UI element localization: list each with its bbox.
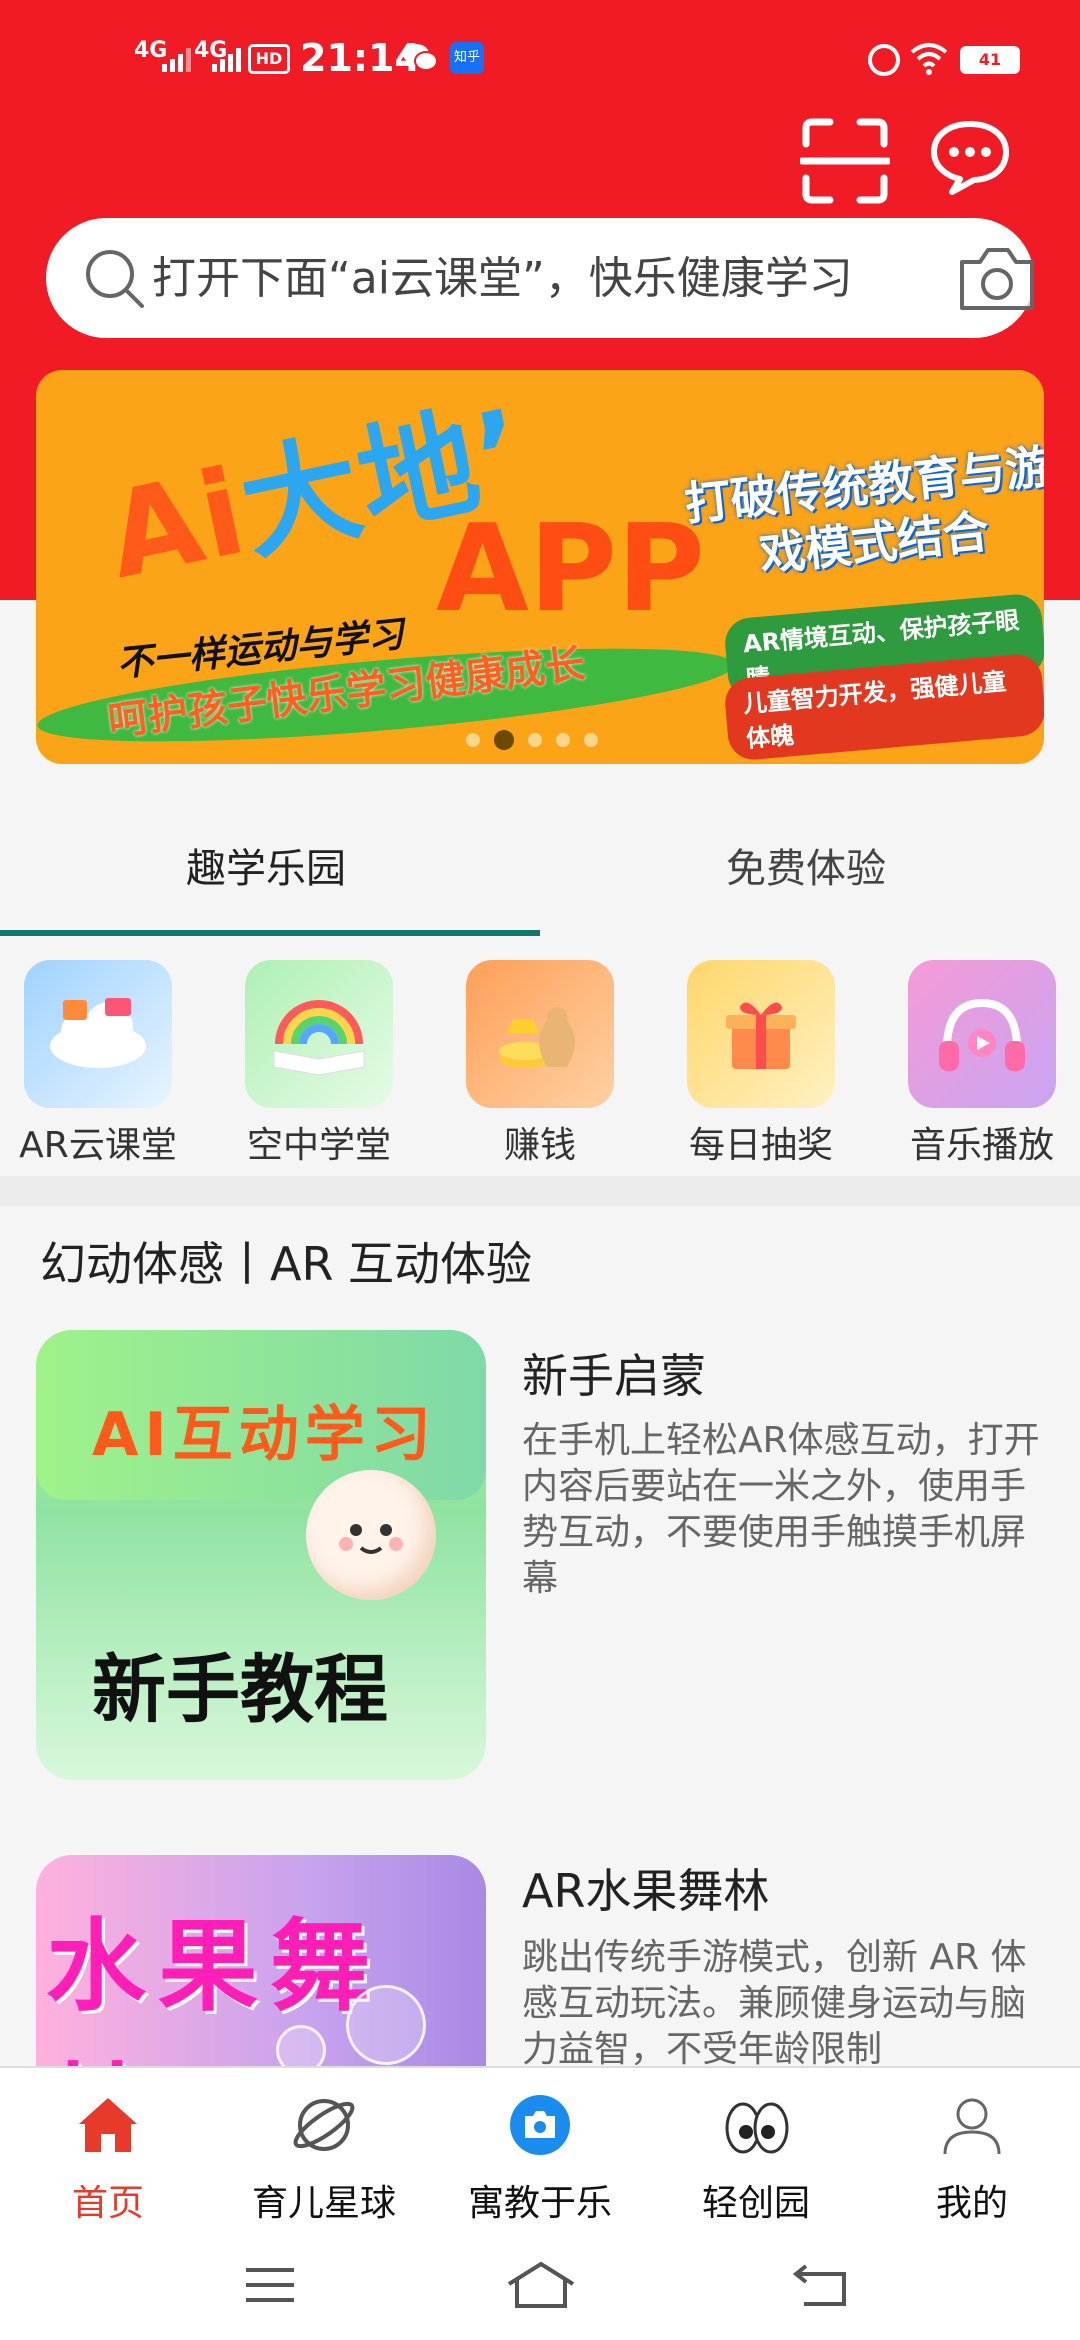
card-description: 在手机上轻松AR体感互动，打开内容后要站在一米之外，使用手势互动，不要使用手触摸… xyxy=(522,1420,1040,1599)
back-icon[interactable] xyxy=(790,2260,850,2310)
zhihu-icon: 知乎 xyxy=(450,42,484,74)
nav-home[interactable]: 首页 xyxy=(8,2068,208,2234)
grid-item-label: 赚钱 xyxy=(503,1125,576,1166)
nav-label: 寓教于乐 xyxy=(467,2183,612,2224)
headphones-icon xyxy=(908,960,1056,1108)
battery-icon: 41 xyxy=(960,46,1020,74)
camera-search-icon[interactable] xyxy=(956,242,1038,314)
tab-active-indicator xyxy=(0,930,540,936)
grid-item-label: 音乐播放 xyxy=(909,1125,1054,1166)
nav-label: 首页 xyxy=(71,2183,144,2224)
nav-light-creation[interactable]: 轻创园 xyxy=(656,2068,856,2234)
grid-item-music-player[interactable]: 音乐播放 xyxy=(892,960,1072,1168)
gift-box-icon xyxy=(687,960,835,1108)
planet-icon xyxy=(293,2099,355,2151)
cloud-icon xyxy=(24,960,172,1108)
user-icon xyxy=(943,2098,1001,2155)
carousel-dot[interactable] xyxy=(528,733,542,747)
home-icon xyxy=(79,2098,137,2152)
thumbnail-text: AI互动学习 xyxy=(92,1400,437,1470)
carousel-dot[interactable] xyxy=(466,733,480,747)
nav-label: 我的 xyxy=(935,2183,1008,2224)
grid-item-earn-money[interactable]: 赚钱 xyxy=(450,960,630,1168)
signal-bars-icon xyxy=(212,48,241,72)
scan-icon[interactable] xyxy=(800,118,890,204)
section-title: 幻动体感丨AR 互动体验 xyxy=(40,1237,533,1291)
wechat-icon xyxy=(403,44,438,71)
grid-item-sky-class[interactable]: 空中学堂 xyxy=(229,960,409,1168)
carousel-dot[interactable] xyxy=(556,733,570,747)
camera-icon xyxy=(510,2095,570,2155)
menu-icon[interactable] xyxy=(240,2260,300,2310)
mascot-icon xyxy=(306,1470,436,1600)
search-input[interactable] xyxy=(152,242,952,314)
tab-free-trial[interactable]: 免费体验 xyxy=(726,836,886,894)
search-bar[interactable] xyxy=(46,218,1034,338)
card-title: 新手启蒙 xyxy=(522,1349,706,1403)
money-bag-icon xyxy=(466,960,614,1108)
banner-app-text: APP xyxy=(436,500,705,639)
grid-item-daily-lottery[interactable]: 每日抽奖 xyxy=(671,960,851,1168)
nav-label: 轻创园 xyxy=(701,2183,810,2224)
nav-mine[interactable]: 我的 xyxy=(872,2068,1072,2234)
nav-parenting-planet[interactable]: 育儿星球 xyxy=(224,2068,424,2234)
thumbnail-title: 新手教程 xyxy=(92,1647,388,1733)
grid-item-label: 每日抽奖 xyxy=(688,1125,833,1166)
nav-label: 育儿星球 xyxy=(251,2183,396,2224)
banner-right-title: 打破传统教育与游戏模式结合 xyxy=(682,439,1044,582)
carousel-dot-active[interactable] xyxy=(494,730,514,750)
carousel-dot[interactable] xyxy=(584,733,598,747)
status-bar: 4G 4G HD 21:14 知乎 41 xyxy=(0,0,1080,120)
system-navigation-bar xyxy=(0,2232,1080,2340)
grid-item-ar-cloud-class[interactable]: AR云课堂 xyxy=(8,960,188,1168)
grid-item-label: 空中学堂 xyxy=(246,1125,391,1166)
search-icon xyxy=(86,250,144,308)
tab-bar: 趣学乐园 免费体验 xyxy=(0,788,1080,938)
tab-fun-learning[interactable]: 趣学乐园 xyxy=(186,836,346,894)
signal-bars-icon xyxy=(162,48,191,72)
home-button-icon[interactable] xyxy=(505,2260,577,2310)
card-thumbnail[interactable]: 水果舞林 xyxy=(36,1855,486,2066)
rainbow-book-icon xyxy=(245,960,393,1108)
carousel-indicator xyxy=(466,730,598,750)
nav-edutainment[interactable]: 寓教于乐 xyxy=(440,2068,640,2234)
hd-icon: HD xyxy=(248,44,290,74)
card-title: AR水果舞林 xyxy=(522,1864,770,1918)
bubble-decoration xyxy=(346,1985,426,2065)
message-icon[interactable] xyxy=(930,118,1010,196)
alarm-icon xyxy=(868,44,900,76)
promo-banner[interactable]: Ai大地’ APP 不一样运动与学习 呵护孩子快乐学习健康成长 打破传统教育与游… xyxy=(36,370,1044,764)
card-description: 跳出传统手游模式，创新 AR 体感互动玩法。兼顾健身运动与脑力益智，不受年龄限制 xyxy=(522,1937,1027,2065)
card-thumbnail[interactable]: AI互动学习 新手教程 xyxy=(36,1330,486,1780)
eyes-icon xyxy=(725,2102,789,2154)
feature-grid: AR云课堂 空中学堂 赚钱 每日抽奖 音乐播放 xyxy=(0,960,1080,1180)
bottom-navigation: 首页 育儿星球 寓教于乐 轻创园 我的 xyxy=(0,2066,1080,2232)
section-divider xyxy=(0,1176,1080,1206)
wifi-icon xyxy=(910,43,948,75)
grid-item-label: AR云课堂 xyxy=(19,1125,177,1166)
